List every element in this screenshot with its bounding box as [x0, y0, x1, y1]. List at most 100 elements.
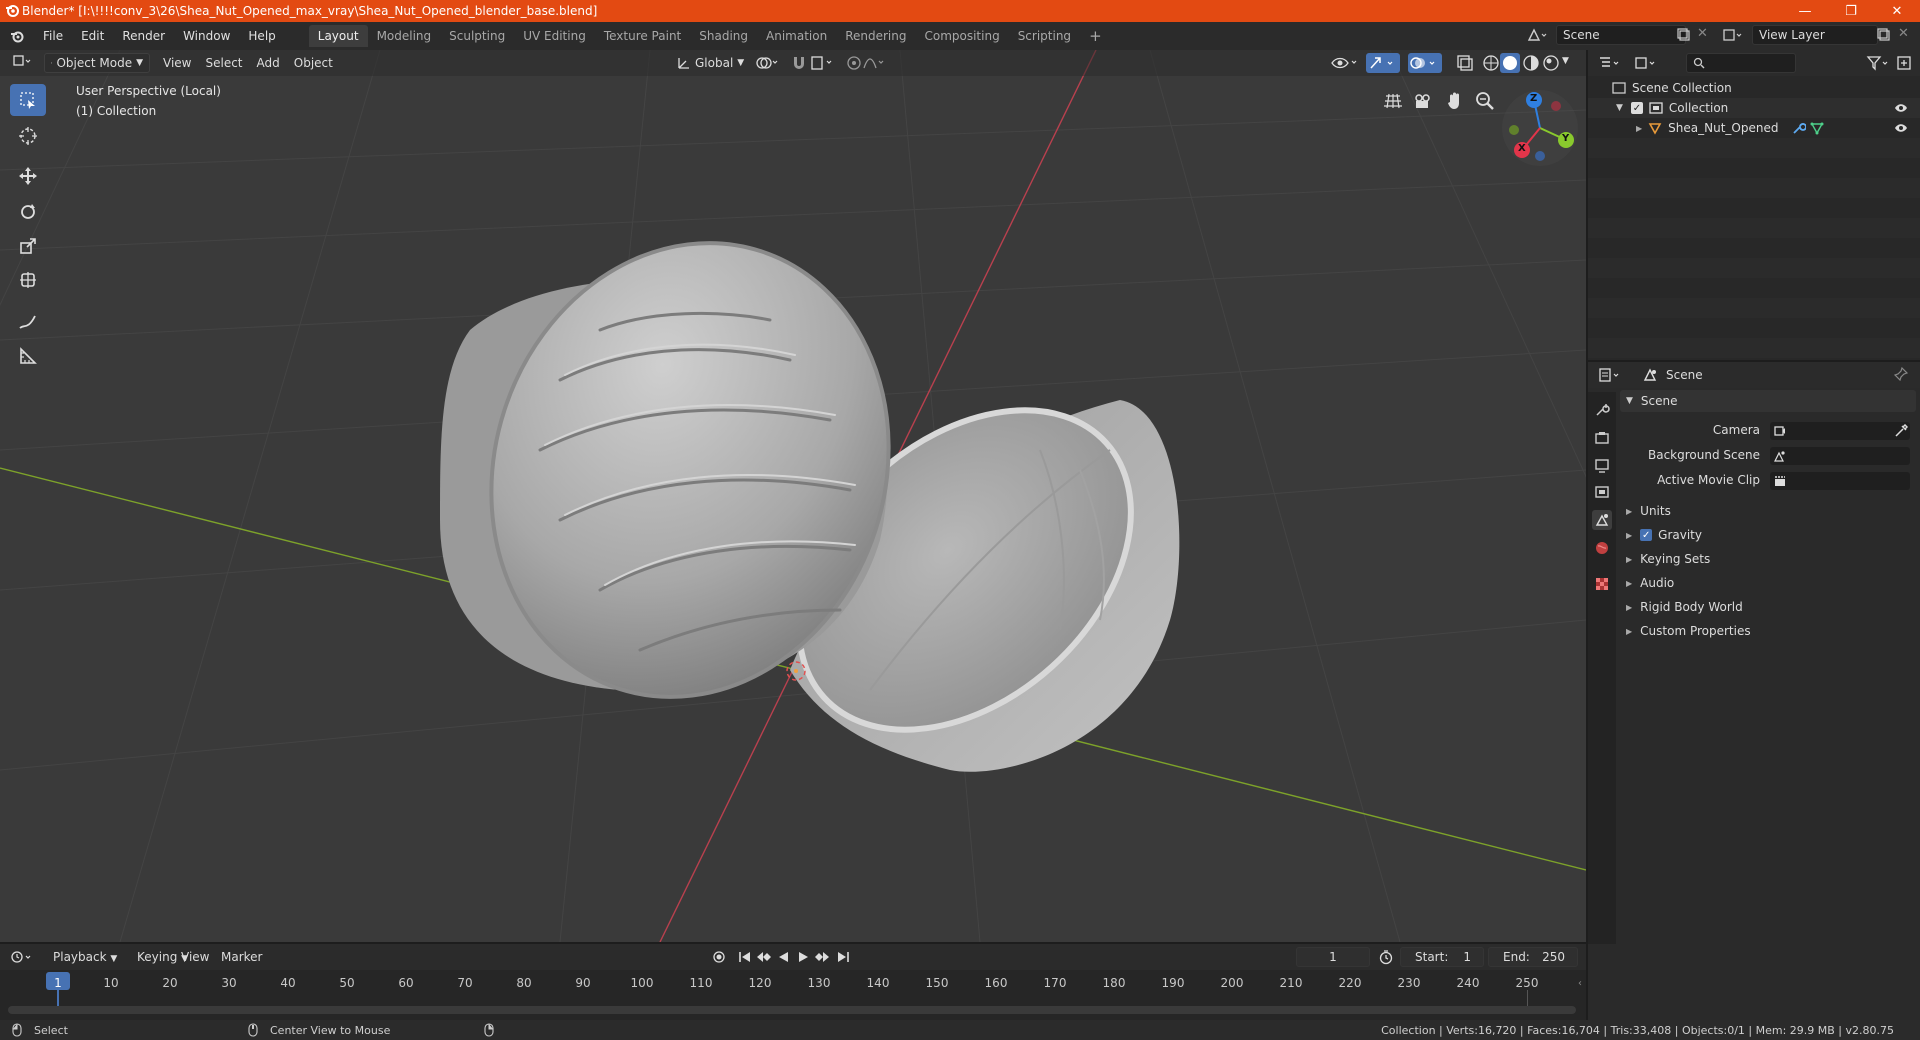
rendered-shading-icon[interactable] [1542, 54, 1560, 72]
tab-rendering[interactable]: Rendering [836, 25, 915, 47]
3d-viewport[interactable]: User Perspective (Local) (1) Collection … [0, 50, 1586, 942]
outliner-row-scene-collection[interactable]: Scene Collection [1588, 78, 1920, 98]
play-reverse-icon[interactable] [776, 950, 790, 964]
collection-checkbox[interactable]: ✓ [1630, 102, 1643, 114]
menu-help[interactable]: Help [239, 25, 284, 47]
mesh-data-icon[interactable] [1810, 121, 1824, 135]
zoom-view-icon[interactable] [1474, 90, 1496, 112]
minimize-button[interactable]: — [1782, 0, 1828, 22]
outliner-row-collection[interactable]: ▼ ✓ Collection [1588, 98, 1920, 118]
tab-scripting[interactable]: Scripting [1009, 25, 1080, 47]
jump-to-end-icon[interactable] [836, 950, 850, 964]
expand-arrow-icon[interactable]: ▶ [1636, 124, 1642, 133]
tab-uv-editing[interactable]: UV Editing [514, 25, 595, 47]
blender-menu-icon[interactable] [0, 29, 34, 43]
menu-window[interactable]: Window [174, 25, 239, 47]
timeline-menu-view[interactable]: View [174, 947, 216, 967]
timeline-menu-marker[interactable]: Marker [214, 947, 269, 967]
annotate-tool-icon[interactable] [10, 306, 46, 338]
new-collection-icon[interactable] [1896, 55, 1912, 71]
navigation-gizmo[interactable]: Z Y X [1500, 88, 1580, 168]
proportional-editing-icon[interactable] [846, 54, 886, 72]
tab-layout[interactable]: Layout [308, 25, 368, 47]
wireframe-shading-icon[interactable] [1482, 54, 1500, 72]
audio-panel-header[interactable]: ▶ Audio [1620, 572, 1916, 594]
camera-view-icon[interactable] [1412, 90, 1434, 112]
timeline-editor-type-icon[interactable] [10, 949, 36, 965]
outliner-row-object[interactable]: ▶ Shea_Nut_Opened [1588, 118, 1920, 138]
display-mode-icon[interactable] [1634, 55, 1660, 71]
rigid-body-world-panel-header[interactable]: ▶ Rigid Body World [1620, 596, 1916, 618]
toggle-grid-view-icon[interactable] [1382, 90, 1404, 112]
close-window-button[interactable]: ✕ [1874, 0, 1920, 22]
rotate-tool-icon[interactable] [10, 196, 46, 228]
overlays-toggle-icon[interactable] [1408, 53, 1442, 73]
scale-tool-icon[interactable] [10, 230, 46, 262]
scene-panel-header[interactable]: ▼ Scene [1620, 390, 1916, 412]
pin-icon[interactable] [1894, 367, 1908, 381]
timeline-menu-playback[interactable]: Playback ▼ [46, 947, 124, 967]
tool-tab-icon[interactable] [1592, 400, 1612, 420]
add-workspace-button[interactable]: + [1080, 25, 1111, 47]
transform-tool-icon[interactable] [10, 264, 46, 296]
keying-sets-panel-header[interactable]: ▶ Keying Sets [1620, 548, 1916, 570]
measure-tool-icon[interactable] [10, 340, 46, 372]
tab-texture-paint[interactable]: Texture Paint [595, 25, 690, 47]
record-icon[interactable] [712, 950, 726, 964]
visibility-selectability-icon[interactable] [1330, 54, 1360, 72]
outliner-search-input[interactable] [1686, 53, 1796, 73]
jump-to-start-icon[interactable] [738, 950, 752, 964]
start-frame-field[interactable]: Start: 1 [1400, 947, 1484, 967]
menu-edit[interactable]: Edit [72, 25, 113, 47]
active-movie-clip-field[interactable] [1770, 472, 1910, 490]
snap-toggle-icon[interactable] [790, 54, 808, 72]
eyedropper-icon[interactable] [1894, 424, 1908, 438]
solid-shading-icon[interactable] [1500, 53, 1520, 73]
maximize-button[interactable]: ❐ [1828, 0, 1874, 22]
render-tab-icon[interactable] [1592, 428, 1612, 448]
delete-scene-icon[interactable]: ✕ [1697, 26, 1708, 41]
menu-file[interactable]: File [34, 25, 72, 47]
cursor-tool-icon[interactable] [10, 120, 46, 152]
scroll-arrow-icon[interactable]: ‹ [1578, 978, 1582, 989]
move-tool-icon[interactable] [10, 160, 46, 192]
transform-orientation-selector[interactable]: Global ▼ [670, 53, 751, 73]
world-tab-icon[interactable] [1592, 538, 1612, 558]
editor-type-icon[interactable] [6, 53, 40, 73]
delete-view-layer-icon[interactable]: ✕ [1898, 26, 1909, 41]
gizmo-toggle-icon[interactable] [1366, 53, 1400, 73]
play-icon[interactable] [796, 950, 810, 964]
view-layer-browse-icon[interactable] [1722, 26, 1744, 44]
camera-field[interactable] [1770, 422, 1910, 440]
gravity-panel-header[interactable]: ▶ ✓ Gravity [1620, 524, 1916, 546]
texture-tab-icon[interactable] [1592, 574, 1612, 594]
snap-target-icon[interactable] [810, 54, 836, 72]
output-tab-icon[interactable] [1592, 456, 1612, 476]
gravity-checkbox[interactable]: ✓ [1640, 529, 1653, 541]
xray-toggle-icon[interactable] [1456, 54, 1474, 72]
scene-tab-icon[interactable] [1592, 510, 1612, 530]
pivot-point-icon[interactable] [754, 54, 780, 72]
pan-view-hand-icon[interactable] [1444, 90, 1466, 112]
select-box-tool-icon[interactable] [10, 84, 46, 116]
background-scene-field[interactable] [1770, 447, 1910, 465]
material-preview-shading-icon[interactable] [1522, 54, 1540, 72]
properties-editor-type-icon[interactable] [1598, 367, 1624, 383]
jump-to-keyframe-back-icon[interactable] [756, 950, 772, 964]
expand-arrow-icon[interactable]: ▼ [1616, 103, 1623, 113]
viewport-menu-add[interactable]: Add [250, 53, 287, 73]
timeline-scrollbar[interactable] [8, 1006, 1576, 1014]
view-layer-field[interactable]: View Layer [1752, 25, 1878, 45]
custom-properties-panel-header[interactable]: ▶ Custom Properties [1620, 620, 1916, 642]
modifier-wrench-icon[interactable] [1792, 121, 1807, 135]
menu-render[interactable]: Render [113, 25, 174, 47]
view-layer-tab-icon[interactable] [1592, 482, 1612, 502]
viewport-menu-view[interactable]: View [156, 53, 198, 73]
scene-browse-icon[interactable] [1526, 26, 1548, 44]
outliner-editor-type-icon[interactable] [1598, 55, 1624, 71]
eye-visibility-icon[interactable] [1894, 103, 1908, 113]
scene-name-field[interactable]: Scene [1556, 25, 1686, 45]
jump-to-keyframe-forward-icon[interactable] [814, 950, 830, 964]
current-frame-field[interactable]: 1 [1296, 947, 1370, 967]
tab-compositing[interactable]: Compositing [915, 25, 1008, 47]
